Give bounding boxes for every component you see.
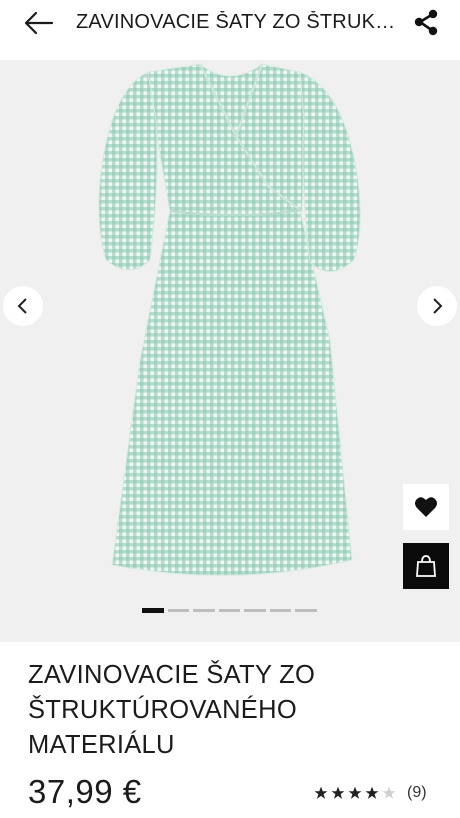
pager-dot[interactable] [193,609,215,612]
pager-dot[interactable] [244,609,266,612]
arrow-left-icon [24,11,54,35]
top-bar: ZAVINOVACIE ŠATY ZO ŠTRUKT... [0,0,460,60]
share-icon [414,9,438,36]
product-price: 37,99 € [28,773,142,810]
share-button[interactable] [412,8,442,38]
pager-dot[interactable] [167,609,189,612]
heart-icon [415,497,437,517]
star-icon [348,786,362,799]
next-image-button[interactable] [417,286,457,326]
page-title: ZAVINOVACIE ŠATY ZO ŠTRUKT... [76,11,396,33]
pager-dot[interactable] [218,609,240,612]
product-gallery[interactable] [0,60,460,642]
star-icon [314,786,328,799]
previous-image-button[interactable] [3,286,43,326]
rating-stars [314,786,396,800]
shopping-bag-icon [416,555,436,577]
product-name-line: MATERIÁLU [28,731,175,759]
chevron-left-icon [17,298,27,314]
pager-dot[interactable] [269,609,291,612]
pager-dot[interactable] [142,608,164,613]
star-icon [382,786,396,799]
star-icon [331,786,345,799]
back-button[interactable] [22,9,56,37]
product-name: ZAVINOVACIE ŠATY ZO ŠTRUKTÚROVANÉHO MATE… [28,658,408,763]
pager-dot[interactable] [295,609,317,612]
image-pager [142,608,317,613]
product-rating[interactable]: (9) [314,784,427,802]
add-to-favorites-button[interactable] [403,484,449,530]
chevron-right-icon [433,298,443,314]
star-icon [365,786,379,799]
add-to-bag-button[interactable] [403,543,449,589]
product-photo [98,63,361,576]
review-count: (9) [407,784,427,801]
product-name-line: ŠTRUKTÚROVANÉHO [28,696,297,724]
product-name-line: ZAVINOVACIE ŠATY ZO [28,661,316,689]
